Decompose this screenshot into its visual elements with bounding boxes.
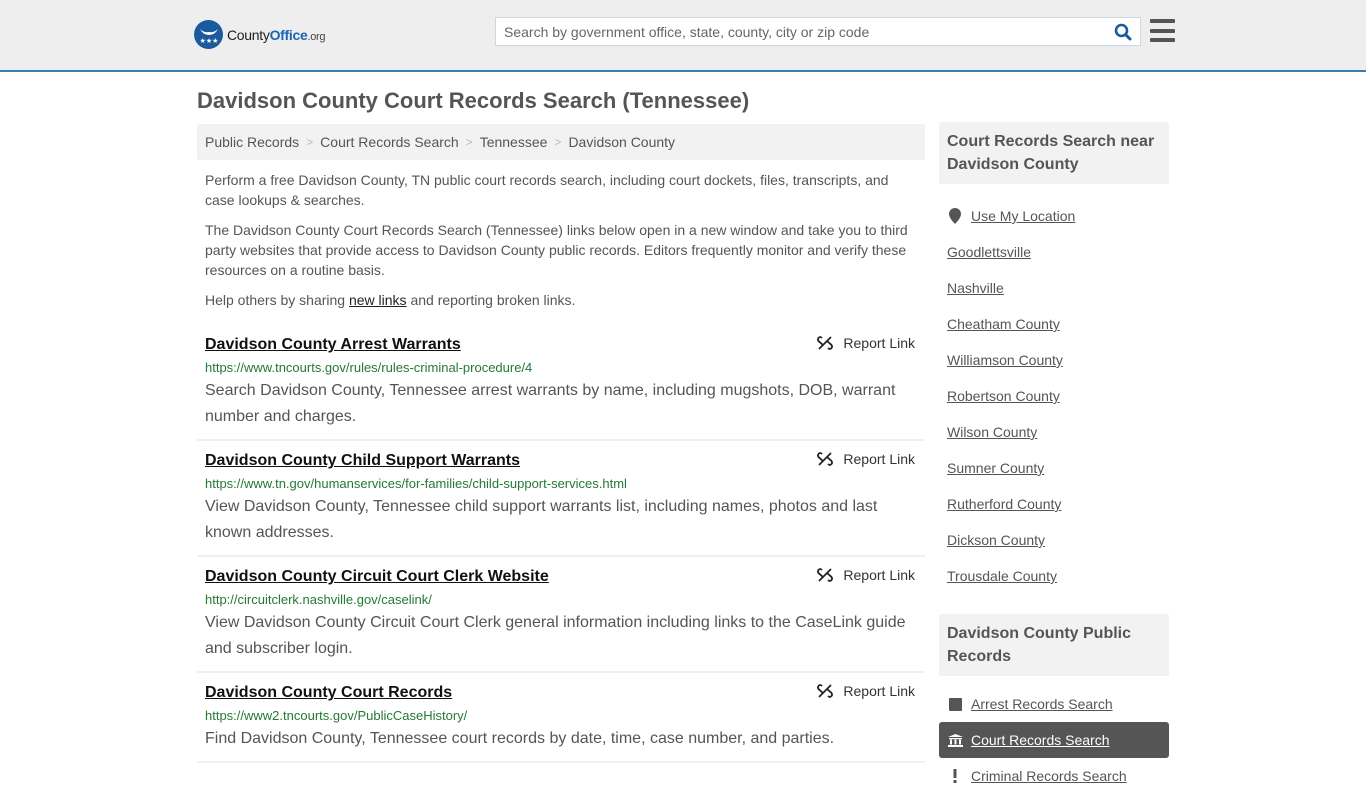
result-url: https://www.tncourts.gov/rules/rules-cri… [205, 360, 533, 375]
breadcrumb-separator: > [554, 135, 562, 149]
public-records-item-court[interactable]: Court Records Search [939, 722, 1169, 758]
court-records-link[interactable]: Court Records Search [971, 732, 1110, 748]
public-records-list: Arrest Records Search Court Records Sear… [939, 686, 1169, 794]
eagle-stars-icon: ★★★ [194, 20, 223, 49]
nearby-link[interactable]: Dickson County [947, 532, 1045, 548]
public-records-item-criminal[interactable]: Criminal Records Search [939, 758, 1169, 794]
nearby-link[interactable]: Williamson County [947, 352, 1063, 368]
intro-text: Perform a free Davidson County, TN publi… [197, 170, 925, 310]
result-description: Search Davidson County, Tennessee arrest… [205, 382, 896, 425]
logo[interactable]: ★★★ CountyOffice.org [194, 20, 326, 49]
arrest-records-link[interactable]: Arrest Records Search [971, 696, 1113, 712]
broken-link-icon [817, 684, 834, 698]
report-link-button[interactable]: Report Link [817, 335, 915, 351]
criminal-records-link[interactable]: Criminal Records Search [971, 768, 1127, 784]
hamburger-menu-icon[interactable] [1150, 19, 1175, 42]
broken-link-icon [817, 568, 834, 582]
result-description: Find Davidson County, Tennessee court re… [205, 730, 835, 747]
public-records-item-arrest[interactable]: Arrest Records Search [939, 686, 1169, 722]
nearby-link[interactable]: Nashville [947, 280, 1004, 296]
courthouse-icon [947, 733, 963, 747]
search-bar [495, 17, 1141, 46]
intro-paragraph: The Davidson County Court Records Search… [205, 222, 908, 278]
broken-link-icon [817, 452, 834, 466]
search-input[interactable] [496, 18, 1106, 45]
nearby-link[interactable]: Rutherford County [947, 496, 1061, 512]
breadcrumb-public-records[interactable]: Public Records [205, 134, 299, 150]
main-content: Public Records > Court Records Search > … [197, 124, 925, 767]
square-icon [947, 697, 963, 711]
result-item: Davidson County Court Records Report Lin… [197, 677, 925, 763]
public-records-heading: Davidson County Public Records [939, 614, 1169, 676]
result-title-link[interactable]: Davidson County Court Records [205, 682, 452, 704]
breadcrumb-separator: > [465, 135, 473, 149]
breadcrumb-separator: > [306, 135, 314, 149]
intro-share-paragraph: Help others by sharing new links and rep… [205, 292, 576, 308]
nearby-list: Use My Location Goodlettsville Nashville… [939, 198, 1169, 594]
nearby-item[interactable]: Sumner County [939, 450, 1169, 486]
svg-text:★★★: ★★★ [199, 37, 218, 45]
nearby-item[interactable]: Dickson County [939, 522, 1169, 558]
exclamation-icon [947, 769, 963, 783]
result-url: https://www2.tncourts.gov/PublicCaseHist… [205, 708, 468, 723]
broken-link-icon [817, 336, 834, 350]
breadcrumb-court-records-search[interactable]: Court Records Search [320, 134, 459, 150]
logo-text: CountyOffice.org [227, 26, 326, 43]
nearby-link[interactable]: Sumner County [947, 460, 1044, 476]
sidebar: Court Records Search near Davidson Count… [939, 122, 1169, 794]
result-url: https://www.tn.gov/humanservices/for-fam… [205, 476, 627, 491]
results-list: Davidson County Arrest Warrants Report L… [197, 329, 925, 763]
use-my-location[interactable]: Use My Location [939, 198, 1169, 234]
result-item: Davidson County Child Support Warrants R… [197, 445, 925, 557]
nearby-item[interactable]: Nashville [939, 270, 1169, 306]
result-title-link[interactable]: Davidson County Circuit Court Clerk Webs… [205, 566, 549, 588]
nearby-item[interactable]: Rutherford County [939, 486, 1169, 522]
nearby-item[interactable]: Robertson County [939, 378, 1169, 414]
result-description: View Davidson County, Tennessee child su… [205, 498, 878, 541]
result-description: View Davidson County Circuit Court Clerk… [205, 614, 906, 657]
nearby-item[interactable]: Trousdale County [939, 558, 1169, 594]
breadcrumb-davidson-county: Davidson County [568, 134, 676, 150]
result-url: http://circuitclerk.nashville.gov/caseli… [205, 592, 432, 607]
report-link-button[interactable]: Report Link [817, 683, 915, 699]
result-item: Davidson County Circuit Court Clerk Webs… [197, 561, 925, 673]
breadcrumb: Public Records > Court Records Search > … [197, 124, 925, 160]
nearby-link[interactable]: Trousdale County [947, 568, 1057, 584]
result-title-link[interactable]: Davidson County Arrest Warrants [205, 334, 461, 356]
result-item: Davidson County Arrest Warrants Report L… [197, 329, 925, 441]
new-links-link[interactable]: new links [349, 292, 407, 308]
top-bar: ★★★ CountyOffice.org [0, 0, 1366, 72]
nearby-link[interactable]: Cheatham County [947, 316, 1060, 332]
nearby-item[interactable]: Wilson County [939, 414, 1169, 450]
nearby-heading: Court Records Search near Davidson Count… [939, 122, 1169, 184]
intro-paragraph: Perform a free Davidson County, TN publi… [205, 172, 889, 208]
map-pin-icon [947, 208, 963, 224]
page-title: Davidson County Court Records Search (Te… [197, 88, 750, 113]
nearby-item[interactable]: Cheatham County [939, 306, 1169, 342]
nearby-link[interactable]: Wilson County [947, 424, 1037, 440]
search-icon [1114, 23, 1132, 40]
use-my-location-link[interactable]: Use My Location [971, 208, 1075, 224]
result-title-link[interactable]: Davidson County Child Support Warrants [205, 450, 520, 472]
nearby-link[interactable]: Goodlettsville [947, 244, 1031, 260]
search-button[interactable] [1106, 18, 1140, 45]
nearby-item[interactable]: Goodlettsville [939, 234, 1169, 270]
nearby-item[interactable]: Williamson County [939, 342, 1169, 378]
report-link-button[interactable]: Report Link [817, 567, 915, 583]
breadcrumb-tennessee[interactable]: Tennessee [480, 134, 548, 150]
report-link-button[interactable]: Report Link [817, 451, 915, 467]
nearby-link[interactable]: Robertson County [947, 388, 1060, 404]
